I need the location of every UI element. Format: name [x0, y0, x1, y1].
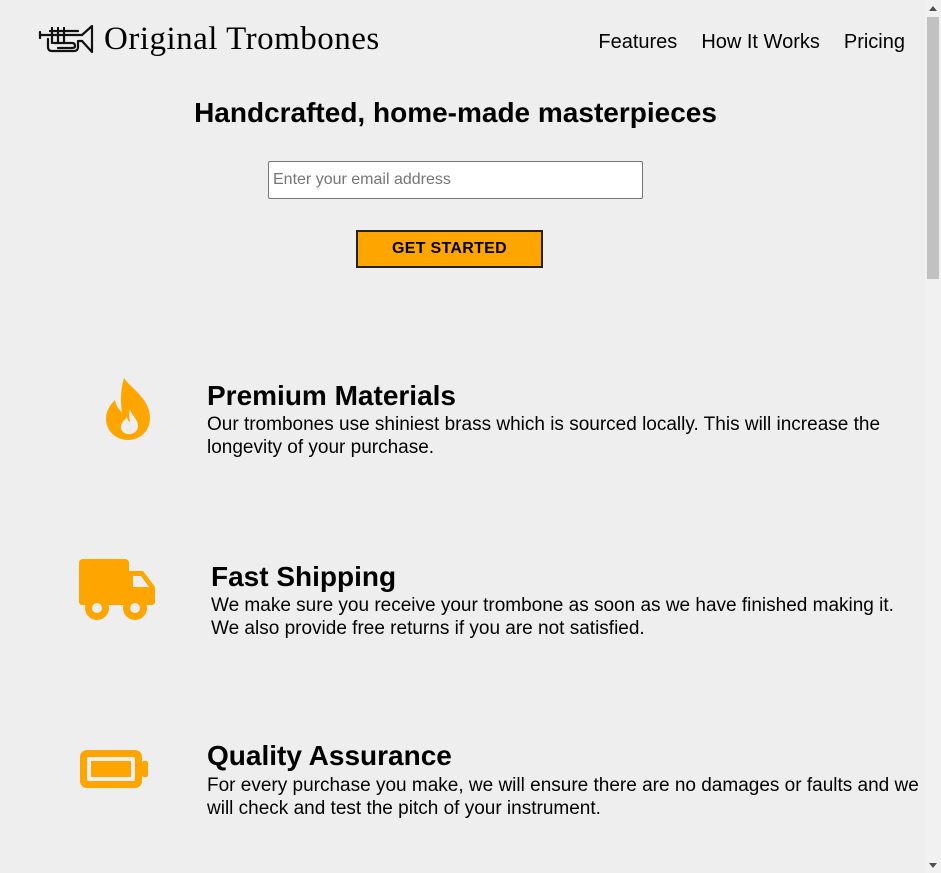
scroll-up-arrow-icon[interactable]	[925, 0, 941, 16]
truck-icon	[79, 559, 157, 626]
scroll-down-arrow-icon[interactable]	[925, 857, 941, 873]
feature-title-fast-shipping: Fast Shipping	[211, 561, 397, 592]
feature-title-premium-materials: Premium Materials	[207, 380, 456, 411]
vertical-scrollbar[interactable]	[925, 0, 941, 873]
nav-link-features[interactable]: Features	[598, 30, 677, 54]
hero-title: Handcrafted, home-made masterpieces	[194, 97, 717, 128]
get-started-button[interactable]: GET STARTED	[356, 230, 543, 268]
flame-icon	[104, 378, 152, 445]
landing-page: Original Trombones Features How It Works…	[0, 0, 941, 873]
scrollbar-thumb[interactable]	[927, 17, 939, 279]
main-nav: Features How It Works Pricing	[574, 30, 905, 54]
brand-logo[interactable]: Original Trombones	[38, 20, 380, 58]
trumpet-icon	[38, 21, 94, 57]
nav-link-how-it-works[interactable]: How It Works	[701, 30, 820, 54]
feature-description-quality-assurance: For every purchase you make, we will ens…	[207, 775, 919, 819]
battery-icon	[79, 749, 149, 794]
feature-description-fast-shipping: We make sure you receive your trombone a…	[211, 595, 894, 639]
nav-link-pricing[interactable]: Pricing	[844, 30, 905, 54]
brand-name: Original Trombones	[104, 21, 380, 57]
feature-title-quality-assurance: Quality Assurance	[207, 740, 452, 771]
feature-description-premium-materials: Our trombones use shiniest brass which i…	[207, 414, 881, 458]
email-input[interactable]	[268, 161, 643, 199]
